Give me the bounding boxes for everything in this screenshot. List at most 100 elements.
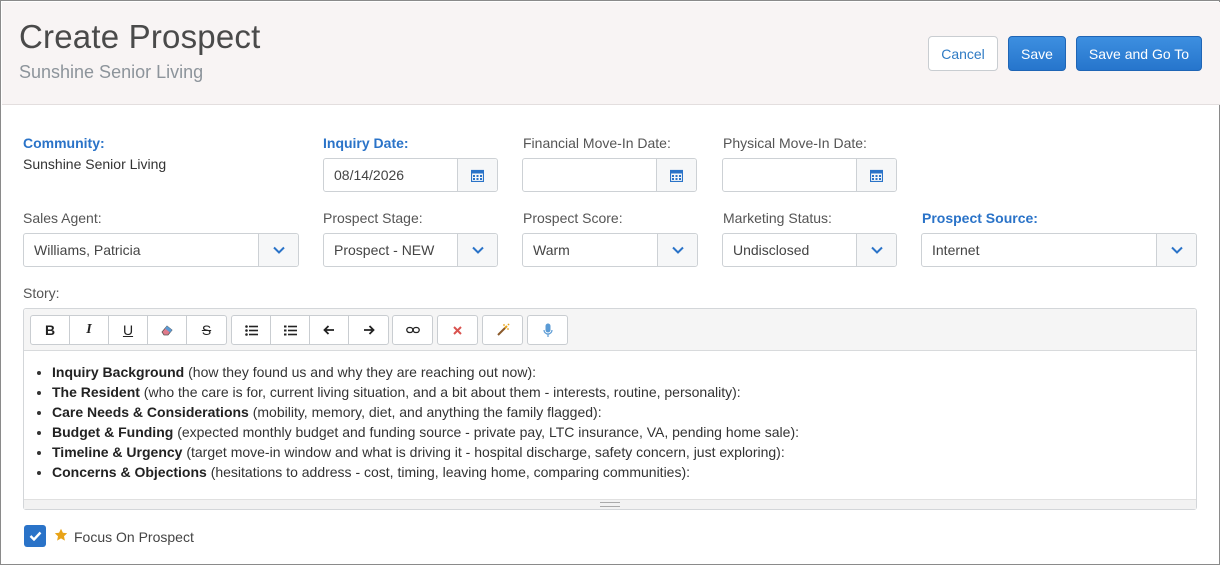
page-subtitle: Sunshine Senior Living (19, 62, 204, 82)
financial-movein-input[interactable] (522, 158, 697, 192)
story-item-text: (who the care is for, current living sit… (139, 384, 741, 400)
prospect-source-select[interactable]: Internet (921, 233, 1197, 267)
italic-button[interactable]: I (70, 316, 109, 344)
financial-movein-label: Financial Move-In Date: (523, 135, 671, 151)
chevron-down-icon[interactable] (457, 234, 497, 266)
arrow-left-icon (323, 325, 334, 335)
indent-button[interactable] (349, 316, 388, 344)
toolbar-group-voice (527, 315, 568, 345)
toolbar-group-format: B I U S (30, 315, 227, 345)
link-button[interactable] (393, 316, 432, 344)
story-item-heading: Care Needs & Considerations (52, 404, 249, 420)
bullet-list-button[interactable] (232, 316, 271, 344)
cancel-button[interactable]: Cancel (928, 36, 998, 71)
story-content[interactable]: Inquiry Background (how they found us an… (24, 352, 1196, 500)
eraser-icon (161, 325, 173, 336)
inquiry-date-value[interactable]: 08/14/2026 (324, 159, 457, 191)
physical-movein-value[interactable] (723, 159, 856, 191)
financial-movein-value[interactable] (523, 159, 656, 191)
remove-format-button[interactable] (438, 316, 477, 344)
toolbar-group-lists (231, 315, 389, 345)
story-item-text: (target move-in window and what is drivi… (182, 444, 785, 460)
sales-agent-value[interactable]: Williams, Patricia (24, 234, 258, 266)
story-list-item: Budget & Funding (expected monthly budge… (52, 422, 1186, 442)
checkmark-icon (29, 531, 41, 541)
prospect-score-select[interactable]: Warm (522, 233, 698, 267)
story-item-heading: Timeline & Urgency (52, 444, 183, 460)
bullet-list-icon (244, 324, 258, 336)
magic-wand-button[interactable] (483, 316, 522, 344)
calendar-icon[interactable] (856, 159, 896, 191)
inquiry-date-label: Inquiry Date: (323, 135, 409, 151)
physical-movein-input[interactable] (722, 158, 897, 192)
prospect-stage-value[interactable]: Prospect - NEW (324, 234, 457, 266)
physical-movein-label: Physical Move-In Date: (723, 135, 867, 151)
marketing-status-label: Marketing Status: (723, 210, 832, 226)
story-item-text: (mobility, memory, diet, and anything th… (248, 404, 602, 420)
link-icon (405, 326, 420, 334)
eraser-button[interactable] (148, 316, 187, 344)
story-list-item: Care Needs & Considerations (mobility, m… (52, 402, 1186, 422)
prospect-score-label: Prospect Score: (523, 210, 623, 226)
story-editor[interactable]: B I U S • Inquiry Background (how they f… (23, 308, 1197, 510)
calendar-icon[interactable] (656, 159, 696, 191)
bold-button[interactable]: B (31, 316, 70, 344)
page-header: Create Prospect Sunshine Senior Living C… (2, 2, 1220, 105)
community-value: Sunshine Senior Living (23, 156, 167, 172)
story-item-text: (hesitations to address - cost, timing, … (206, 464, 691, 480)
story-item-text: (expected monthly budget and funding sou… (173, 424, 800, 440)
close-icon (453, 325, 462, 335)
toolbar-group-magic (482, 315, 523, 345)
create-prospect-window: Create Prospect Sunshine Senior Living C… (0, 0, 1220, 565)
prospect-source-value[interactable]: Internet (922, 234, 1156, 266)
chevron-down-icon[interactable] (856, 234, 896, 266)
story-item-heading: Budget & Funding (52, 424, 174, 440)
save-and-go-to-button[interactable]: Save and Go To (1076, 36, 1202, 71)
focus-checkbox[interactable] (24, 525, 46, 547)
story-list-item: Inquiry Background (how they found us an… (52, 362, 1186, 382)
prospect-stage-label: Prospect Stage: (323, 210, 423, 226)
sales-agent-select[interactable]: Williams, Patricia (23, 233, 299, 267)
focus-on-prospect-label: Focus On Prospect (74, 529, 194, 545)
underline-icon: U (122, 322, 134, 338)
story-item-heading: The Resident (52, 384, 140, 400)
numbered-list-icon (283, 325, 297, 335)
strikethrough-icon: S (201, 322, 212, 338)
chevron-down-icon[interactable] (258, 234, 298, 266)
prospect-source-label: Prospect Source: (922, 210, 1038, 226)
numbered-list-button[interactable] (271, 316, 310, 344)
microphone-icon (542, 323, 553, 337)
marketing-status-select[interactable]: Undisclosed (722, 233, 897, 267)
microphone-button[interactable] (528, 316, 567, 344)
page-title: Create Prospect (19, 18, 261, 55)
save-button[interactable]: Save (1008, 36, 1066, 71)
grip-icon (600, 502, 620, 507)
story-item-heading: Inquiry Background (52, 364, 185, 380)
inquiry-date-input[interactable]: 08/14/2026 (323, 158, 498, 192)
underline-button[interactable]: U (109, 316, 148, 344)
story-list-item: Timeline & Urgency (target move-in windo… (52, 442, 1186, 462)
strikethrough-button[interactable]: S (187, 316, 226, 344)
sales-agent-label: Sales Agent: (23, 210, 102, 226)
story-item-text: (how they found us and why they are reac… (184, 364, 536, 380)
community-label: Community: (23, 135, 105, 151)
story-list-item: Concerns & Objections (hesitations to ad… (52, 462, 1186, 482)
marketing-status-value[interactable]: Undisclosed (723, 234, 856, 266)
italic-icon: I (86, 322, 92, 337)
toolbar-group-link (392, 315, 433, 345)
bold-icon: B (44, 322, 56, 338)
calendar-icon[interactable] (457, 159, 497, 191)
arrow-right-icon (363, 325, 375, 335)
editor-toolbar: B I U S (24, 309, 1196, 351)
story-item-heading: Concerns & Objections (52, 464, 207, 480)
prospect-stage-select[interactable]: Prospect - NEW (323, 233, 498, 267)
star-icon (54, 528, 68, 541)
outdent-button[interactable] (310, 316, 349, 344)
chevron-down-icon[interactable] (657, 234, 697, 266)
story-list-item: The Resident (who the care is for, curre… (52, 382, 1186, 402)
toolbar-group-clear (437, 315, 478, 345)
story-label: Story: (23, 285, 60, 301)
prospect-score-value[interactable]: Warm (523, 234, 657, 266)
chevron-down-icon[interactable] (1156, 234, 1196, 266)
editor-resize-handle[interactable] (24, 499, 1196, 509)
